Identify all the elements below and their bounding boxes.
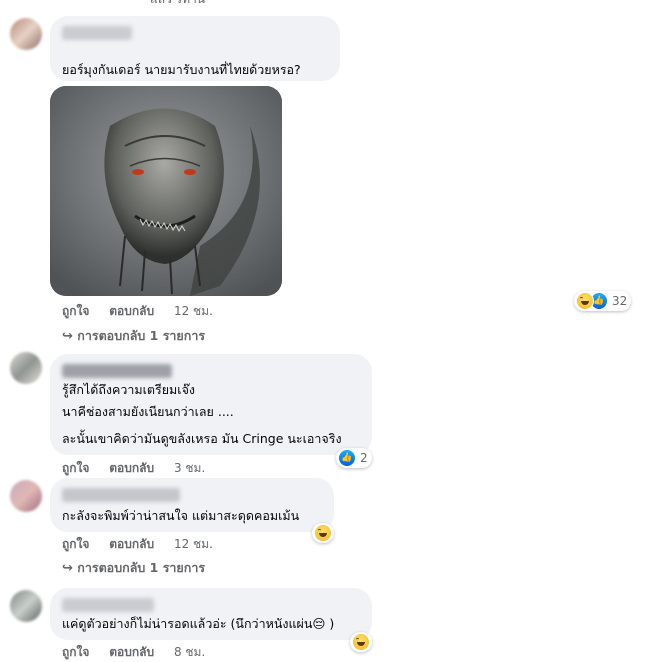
comment-text: นาคีช่องสามยังเนียนกว่าเลย .... [62, 404, 234, 419]
haha-reaction-icon [352, 633, 370, 651]
comment-text: ยอร์มุงกันเดอร์ นายมารับงานที่ไทยด้วยหรอ… [62, 62, 301, 77]
like-button[interactable]: ถูกใจ [62, 535, 89, 554]
reply-button[interactable]: ตอบกลับ [109, 302, 154, 321]
comment-text: ละนั้นเขาคิดว่ามันดูขลังเหรอ มัน Cringe … [62, 431, 342, 446]
reply-arrow-icon: ↪ [62, 329, 73, 344]
timestamp[interactable]: 12 ชม. [174, 302, 213, 321]
like-button[interactable]: ถูกใจ [62, 302, 89, 321]
reaction-summary[interactable] [312, 523, 334, 543]
reply-arrow-icon: ↪ [62, 561, 73, 576]
comment-text: กะลังจะพิมพ์ว่าน่าสนใจ แต่มาสะดุดคอมเม้น [62, 508, 300, 523]
reply-button[interactable]: ตอบกลับ [109, 643, 154, 662]
haha-reaction-icon [314, 524, 332, 542]
previous-comment-fragment: แลว รทาน [150, 0, 205, 9]
view-replies-link[interactable]: ↪ การตอบกลับ 1 รายการ [62, 558, 205, 578]
avatar[interactable] [10, 590, 42, 622]
reaction-count: 2 [360, 451, 368, 465]
author-name[interactable] [62, 598, 154, 612]
avatar[interactable] [10, 480, 42, 512]
reaction-summary[interactable] [350, 632, 372, 652]
timestamp[interactable]: 3 ชม. [174, 459, 205, 478]
comment-actions: ถูกใจ ตอบกลับ 12 ชม. [62, 535, 229, 554]
author-name[interactable] [62, 488, 180, 502]
comment-image[interactable] [50, 86, 282, 296]
view-replies-link[interactable]: ↪ การตอบกลับ 1 รายการ [62, 326, 205, 346]
haha-reaction-icon [576, 292, 594, 310]
reaction-summary[interactable]: 👍 32 [574, 291, 632, 311]
avatar[interactable] [10, 18, 42, 50]
comment-actions: ถูกใจ ตอบกลับ 12 ชม. [62, 302, 229, 321]
avatar[interactable] [10, 352, 42, 384]
comment-actions: ถูกใจ ตอบกลับ 3 ชม. [62, 459, 221, 478]
serpent-image [50, 86, 282, 296]
like-button[interactable]: ถูกใจ [62, 643, 89, 662]
author-name[interactable] [62, 364, 172, 378]
reaction-summary[interactable]: 👍 2 [336, 448, 372, 468]
comment-actions: ถูกใจ ตอบกลับ 8 ชม. [62, 643, 221, 662]
timestamp[interactable]: 8 ชม. [174, 643, 205, 662]
reply-button[interactable]: ตอบกลับ [109, 459, 154, 478]
like-button[interactable]: ถูกใจ [62, 459, 89, 478]
comment-text: รู้สึกได้ถึงความเตรียมเจ๊ง [62, 382, 195, 397]
timestamp[interactable]: 12 ชม. [174, 535, 213, 554]
comment-text: แค่ดูตัวอย่างก็ไม่น่ารอดแล้วอ่ะ (นึกว่าห… [62, 616, 335, 631]
reaction-count: 32 [612, 294, 628, 308]
reply-button[interactable]: ตอบกลับ [109, 535, 154, 554]
author-name[interactable] [62, 26, 132, 40]
like-reaction-icon: 👍 [338, 449, 356, 467]
